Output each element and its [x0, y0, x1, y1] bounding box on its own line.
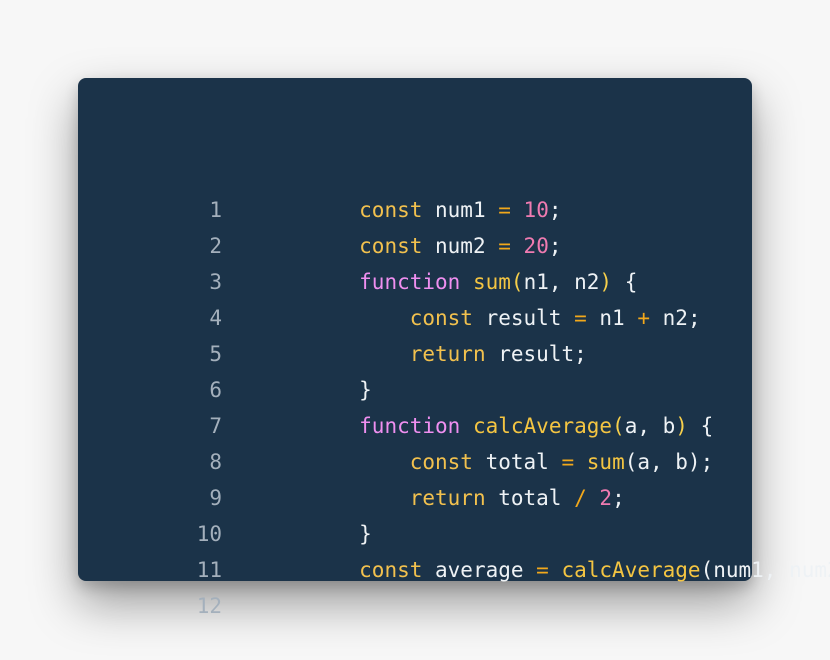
- line-number: 8: [209, 450, 222, 474]
- code-token: (a, b): [624, 450, 701, 474]
- code-line-12: 12: [186, 588, 258, 624]
- line-code: const average = calcAverage(num1, num2);: [258, 516, 830, 624]
- code-token: total: [485, 486, 575, 510]
- code-token: 2: [599, 486, 613, 510]
- line-number: 1: [209, 198, 222, 222]
- code-token: const: [359, 558, 423, 582]
- line-number: 9: [209, 486, 222, 510]
- line-number: 2: [209, 234, 222, 258]
- code-token: +: [637, 306, 650, 330]
- code-token: result: [485, 342, 575, 366]
- code-token: calcAverage: [561, 558, 701, 582]
- line-number: 12: [196, 594, 222, 618]
- code-token: return: [409, 342, 486, 366]
- code-token: /: [574, 486, 587, 510]
- line-number: 6: [209, 378, 222, 402]
- code-token: ;: [700, 450, 714, 474]
- code-token: =: [536, 558, 549, 582]
- code-token: average: [422, 558, 537, 582]
- line-number: 7: [209, 414, 222, 438]
- line-number: 3: [209, 270, 222, 294]
- code-line-5: 5 return result;: [186, 336, 587, 372]
- code-token: return: [409, 486, 486, 510]
- code-line-9: 9 return total / 2;: [186, 480, 625, 516]
- code-line-11: 11 const average = calcAverage(num1, num…: [186, 552, 830, 588]
- code-token: (num1, num2): [700, 558, 830, 582]
- code-token: ;: [687, 306, 701, 330]
- line-number: 11: [196, 558, 222, 582]
- code-token: ;: [612, 486, 625, 510]
- line-number: 10: [196, 522, 222, 546]
- code-token: n2: [650, 306, 688, 330]
- line-number: 4: [209, 306, 222, 330]
- code-token: n1: [586, 306, 638, 330]
- code-token: ;: [574, 342, 587, 366]
- line-number: 5: [209, 342, 222, 366]
- code-snippet-card: 1 const num1 = 10; 2 const num2 = 20; 3 …: [78, 78, 830, 618]
